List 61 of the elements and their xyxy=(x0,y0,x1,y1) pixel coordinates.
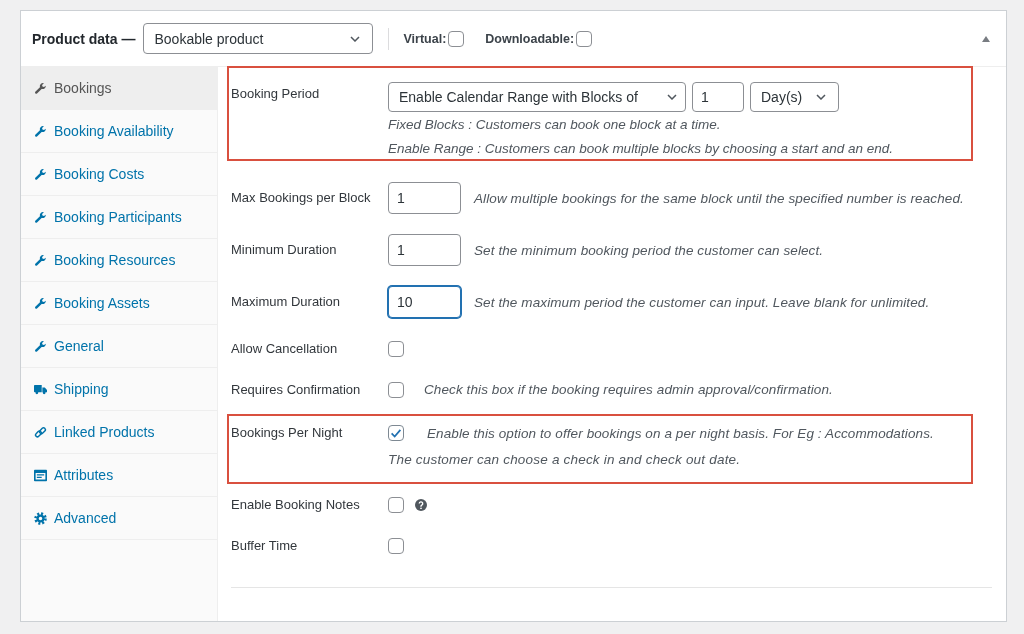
sidebar-tab[interactable]: Booking Costs xyxy=(21,153,217,196)
sidebar-tab[interactable]: Advanced xyxy=(21,497,217,540)
panel-title: Product data — xyxy=(32,30,136,47)
field-description: Enable this option to offer bookings on a per night basis. For Eg : Accommodations. xyxy=(427,425,934,441)
checkbox[interactable] xyxy=(388,425,404,441)
field-description: Allow multiple bookings for the same block until the specified number is reached. xyxy=(474,190,964,206)
gear-icon xyxy=(34,511,47,525)
wrench-icon xyxy=(34,253,47,267)
sidebar-tab[interactable]: Attributes xyxy=(21,454,217,497)
checkbox[interactable] xyxy=(448,30,465,47)
wrench-icon xyxy=(34,339,47,353)
sidebar-tab[interactable]: Booking Resources xyxy=(21,239,217,282)
triangle-up-icon[interactable] xyxy=(982,35,990,42)
checkbox[interactable] xyxy=(388,381,404,398)
checkbox[interactable] xyxy=(388,340,404,357)
sidebar-tab[interactable]: General xyxy=(21,325,217,368)
booking-period-select[interactable]: Enable Calendar Range with Blocks of xyxy=(388,82,686,112)
wrench-icon xyxy=(34,296,47,310)
card-icon xyxy=(34,468,47,482)
chevron-down-icon xyxy=(667,94,677,100)
block-count-input[interactable]: 1 xyxy=(692,82,744,112)
field-label: Enable Booking Notes xyxy=(231,496,361,513)
unit-select[interactable]: Day(s) xyxy=(750,82,839,112)
field-label: Minimum Duration xyxy=(231,241,338,259)
option-label: Downloadable: xyxy=(485,31,575,46)
wrench-icon xyxy=(34,81,47,95)
chevron-down-icon xyxy=(816,94,826,100)
wrench-icon xyxy=(34,167,47,181)
field-label: Allow Cancellation xyxy=(231,340,339,357)
link-icon xyxy=(34,425,47,439)
wrench-icon xyxy=(34,210,47,224)
sidebar-tab[interactable]: Booking Assets xyxy=(21,282,217,325)
field-description: Check this box if the booking requires admin approval/confirmation. xyxy=(424,382,833,397)
field-label: Booking Period xyxy=(231,85,321,103)
number-input[interactable]: 1 xyxy=(388,234,461,266)
sidebar-tab[interactable]: Shipping xyxy=(21,368,217,411)
sidebar-tab[interactable]: Booking Availability xyxy=(21,110,217,153)
sidebar-tab[interactable]: Bookings xyxy=(21,67,217,110)
truck-icon xyxy=(34,382,47,396)
sidebar-tab[interactable]: Booking Participants xyxy=(21,196,217,239)
field-label: Buffer Time xyxy=(231,537,299,554)
field-note: The customer can choose a check in and check out date. xyxy=(388,451,742,469)
field-description: Set the minimum booking period the customer can select. xyxy=(474,242,824,258)
option-label: Virtual: xyxy=(403,31,447,46)
field-note: Enable Range : Customers can book multiple blocks by choosing a start and an end. xyxy=(388,140,895,158)
chevron-down-icon xyxy=(350,35,361,42)
checkbox[interactable] xyxy=(388,496,404,513)
field-label: Max Bookings per Block xyxy=(231,189,372,207)
field-note: Fixed Blocks : Customers can book one block at a time. xyxy=(388,116,722,134)
number-input[interactable]: 10 xyxy=(388,286,461,318)
sidebar-tab[interactable]: Linked Products xyxy=(21,411,217,454)
field-label: Bookings Per Night xyxy=(231,425,344,442)
help-icon[interactable] xyxy=(415,498,427,511)
field-description: Set the maximum period the customer can input. Leave blank for unlimited. xyxy=(474,294,930,310)
field-label: Maximum Duration xyxy=(231,293,342,311)
checkbox[interactable] xyxy=(388,537,404,554)
product-type-select[interactable]: Bookable product xyxy=(143,23,374,54)
checkbox[interactable] xyxy=(576,30,593,47)
number-input[interactable]: 1 xyxy=(388,182,461,214)
wrench-icon xyxy=(34,124,47,138)
field-label: Requires Confirmation xyxy=(231,381,362,398)
